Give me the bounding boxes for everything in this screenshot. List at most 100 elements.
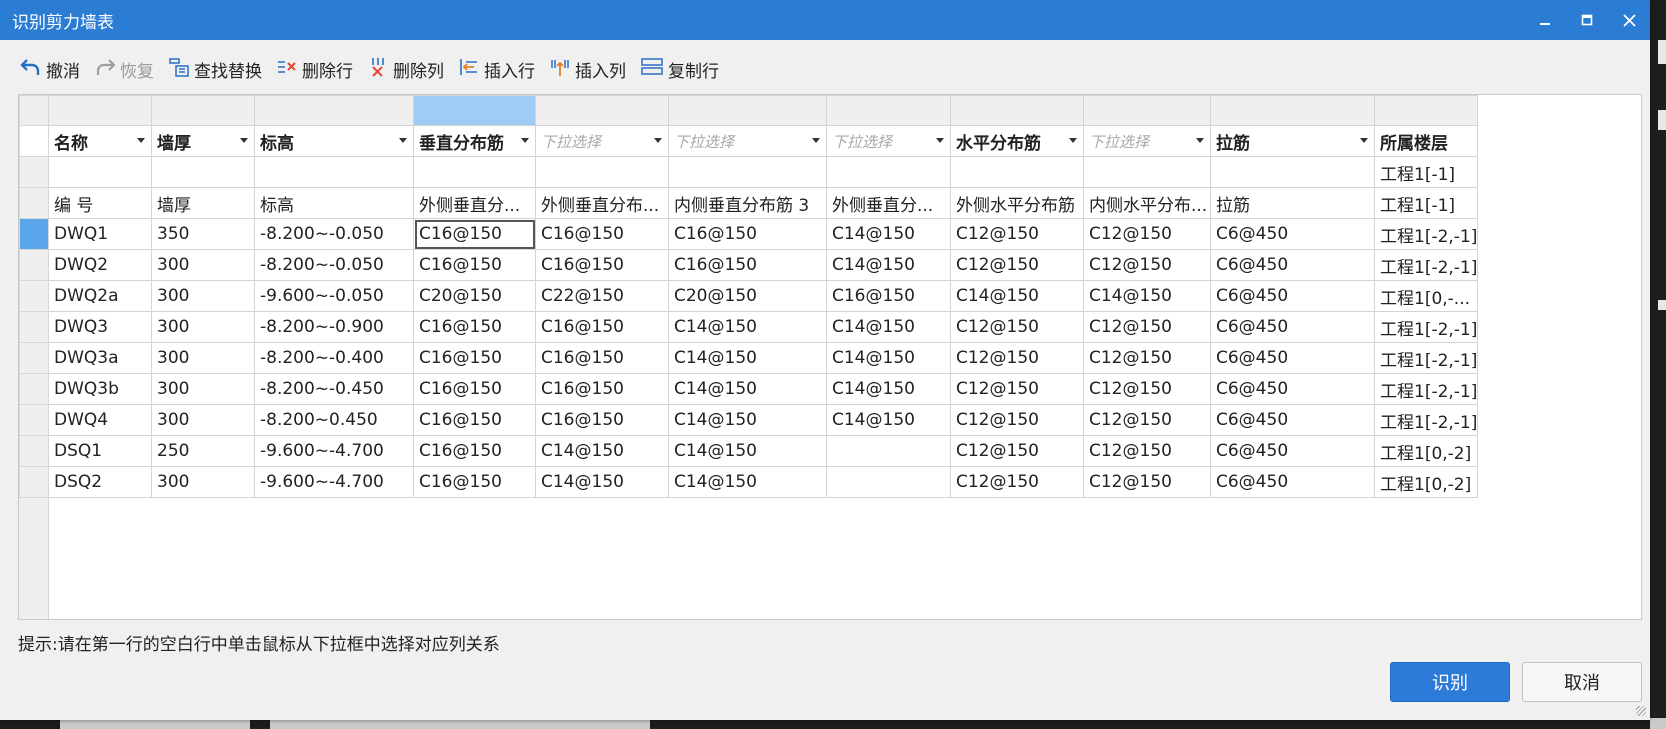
table-cell[interactable]: C12@150 xyxy=(950,249,1084,281)
table-row[interactable]: DWQ3 300 -8.200~-0.900 C16@150 C16@150 C14@15… xyxy=(19,311,1479,343)
row-header[interactable] xyxy=(19,125,49,157)
table-row[interactable]: DWQ3a 300 -8.200~-0.400 C16@150 C16@150 C14@1… xyxy=(19,342,1479,374)
row-header[interactable] xyxy=(19,249,49,281)
dropdown-arrow-icon[interactable] xyxy=(137,138,145,143)
table-cell[interactable]: 300 xyxy=(151,466,255,498)
table-cell[interactable]: 工程1[-2,-1] xyxy=(1373,249,1479,281)
column-mapping-dropdown[interactable]: 名称 xyxy=(48,125,152,157)
column-mapping-dropdown[interactable]: 下拉选择 xyxy=(668,125,827,157)
table-cell[interactable]: C16@150 xyxy=(413,249,536,281)
delete-row-button[interactable]: 删除行 xyxy=(276,56,353,83)
table-cell[interactable]: C16@150 xyxy=(413,311,536,343)
table-cell[interactable]: DWQ4 xyxy=(48,404,152,436)
close-icon[interactable] xyxy=(1608,0,1650,40)
column-header[interactable] xyxy=(535,95,669,126)
delete-column-button[interactable]: 删除列 xyxy=(367,56,444,83)
table-cell[interactable]: C6@450 xyxy=(1210,249,1375,281)
table-cell[interactable]: C20@150 xyxy=(413,280,536,312)
source-header-cell[interactable]: 标高 xyxy=(254,187,414,219)
table-row[interactable]: DWQ3b 300 -8.200~-0.450 C16@150 C16@150 C14@1… xyxy=(19,373,1479,405)
table-cell[interactable]: 工程1[-2,-1] xyxy=(1373,342,1479,374)
table-cell[interactable]: C16@150 xyxy=(413,404,536,436)
column-header[interactable] xyxy=(1083,95,1211,126)
table-cell[interactable]: -9.600~-4.700 xyxy=(254,435,414,467)
table-cell[interactable]: 工程1[0,-... xyxy=(1373,280,1479,312)
dropdown-arrow-icon[interactable] xyxy=(240,138,248,143)
table-cell[interactable] xyxy=(413,156,536,188)
table-cell[interactable]: 工程1[0,-2] xyxy=(1373,435,1479,467)
table-row[interactable]: DWQ2a 300 -9.600~-0.050 C20@150 C22@150 C20@1… xyxy=(19,280,1479,312)
row-header[interactable] xyxy=(19,435,49,467)
insert-column-button[interactable]: 插入列 xyxy=(549,56,626,83)
table-cell[interactable]: 300 xyxy=(151,404,255,436)
table-cell[interactable]: C12@150 xyxy=(950,311,1084,343)
table-cell[interactable]: C14@150 xyxy=(826,373,951,405)
table-cell[interactable]: -8.200~-0.900 xyxy=(254,311,414,343)
table-cell[interactable]: C6@450 xyxy=(1210,280,1375,312)
insert-row-button[interactable]: 插入行 xyxy=(458,56,535,83)
column-mapping-dropdown[interactable]: 下拉选择 xyxy=(826,125,951,157)
table-cell[interactable]: C16@150 xyxy=(535,342,669,374)
maximize-icon[interactable] xyxy=(1566,0,1608,40)
table-cell[interactable]: 工程1[-2,-1] xyxy=(1373,218,1479,250)
table-cell[interactable]: 300 xyxy=(151,280,255,312)
table-cell[interactable]: 350 xyxy=(151,218,255,250)
table-cell[interactable]: 工程1[-2,-1] xyxy=(1373,404,1479,436)
source-header-cell[interactable]: 墙厚 xyxy=(151,187,255,219)
table-cell[interactable]: DWQ1 xyxy=(48,218,152,250)
table-cell[interactable]: DWQ3 xyxy=(48,311,152,343)
table-cell[interactable]: 300 xyxy=(151,373,255,405)
table-cell[interactable]: DWQ3a xyxy=(48,342,152,374)
table-cell[interactable]: C12@150 xyxy=(1083,311,1211,343)
table-cell[interactable]: -9.600~-0.050 xyxy=(254,280,414,312)
table-cell[interactable]: -8.200~-0.450 xyxy=(254,373,414,405)
table-cell[interactable]: C16@150 xyxy=(668,249,827,281)
dropdown-arrow-icon[interactable] xyxy=(399,138,407,143)
table-cell[interactable]: C14@150 xyxy=(668,435,827,467)
table-cell[interactable] xyxy=(1083,156,1211,188)
table-cell[interactable]: C12@150 xyxy=(1083,466,1211,498)
table-cell[interactable]: C14@150 xyxy=(826,218,951,250)
table-cell[interactable]: DWQ3b xyxy=(48,373,152,405)
table-cell[interactable]: C14@150 xyxy=(668,466,827,498)
source-header-cell[interactable]: 拉筋 xyxy=(1210,187,1375,219)
row-header[interactable] xyxy=(19,404,49,436)
table-cell[interactable]: C6@450 xyxy=(1210,435,1375,467)
column-header[interactable] xyxy=(48,95,152,126)
table-cell[interactable]: C14@150 xyxy=(668,311,827,343)
dropdown-arrow-icon[interactable] xyxy=(521,138,529,143)
table-cell[interactable]: C6@450 xyxy=(1210,342,1375,374)
table-cell[interactable]: 250 xyxy=(151,435,255,467)
table-cell[interactable] xyxy=(1210,156,1375,188)
cancel-button[interactable]: 取消 xyxy=(1522,662,1642,702)
table-cell[interactable]: C16@150 xyxy=(413,373,536,405)
table-cell[interactable]: C12@150 xyxy=(1083,373,1211,405)
row-header[interactable] xyxy=(19,311,49,343)
table-cell[interactable]: -8.200~0.450 xyxy=(254,404,414,436)
table-cell[interactable]: C14@150 xyxy=(535,435,669,467)
dropdown-arrow-icon[interactable] xyxy=(936,138,944,143)
table-cell[interactable]: DWQ2 xyxy=(48,249,152,281)
table-cell[interactable]: C14@150 xyxy=(668,373,827,405)
find-replace-button[interactable]: 查找替换 xyxy=(168,56,262,83)
table-cell[interactable]: C16@150 xyxy=(535,218,669,250)
table-cell[interactable]: C16@150 xyxy=(668,218,827,250)
table-cell[interactable]: DSQ1 xyxy=(48,435,152,467)
row-header[interactable] xyxy=(19,280,49,312)
dropdown-arrow-icon[interactable] xyxy=(654,138,662,143)
table-cell[interactable]: C12@150 xyxy=(950,373,1084,405)
table-cell[interactable]: C12@150 xyxy=(950,218,1084,250)
table-cell[interactable]: -9.600~-4.700 xyxy=(254,466,414,498)
table-cell[interactable]: C14@150 xyxy=(950,280,1084,312)
table-cell[interactable]: 工程1[-2,-1] xyxy=(1373,373,1479,405)
table-cell[interactable]: 300 xyxy=(151,311,255,343)
column-header[interactable] xyxy=(151,95,255,126)
table-cell[interactable]: DWQ2a xyxy=(48,280,152,312)
column-header[interactable] xyxy=(1373,95,1479,126)
row-header[interactable] xyxy=(19,95,49,126)
dropdown-arrow-icon[interactable] xyxy=(1196,138,1204,143)
table-cell[interactable] xyxy=(826,466,951,498)
table-cell[interactable] xyxy=(950,156,1084,188)
column-mapping-dropdown[interactable]: 标高 xyxy=(254,125,414,157)
table-cell[interactable]: C14@150 xyxy=(826,249,951,281)
